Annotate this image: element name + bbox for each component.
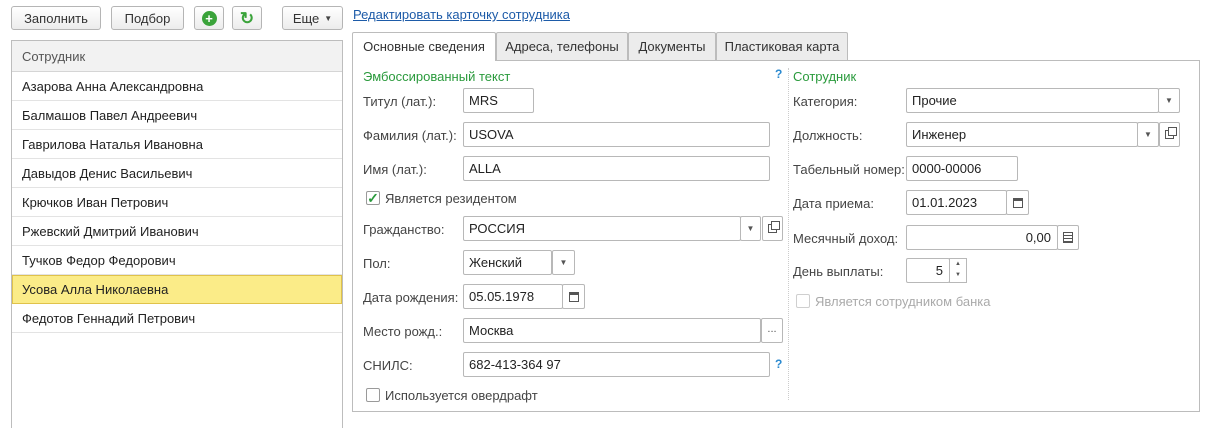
spin-down-icon[interactable]: ▼: [950, 270, 966, 281]
position-label: Должность:: [793, 128, 863, 143]
tab-addresses-phones[interactable]: Адреса, телефоны: [496, 32, 628, 60]
employee-section-title: Сотрудник: [793, 69, 857, 84]
overdraft-label: Используется овердрафт: [385, 388, 538, 403]
payday-label: День выплаты:: [793, 264, 884, 279]
chevron-down-icon: ▼: [559, 258, 568, 267]
position-field[interactable]: Инженер: [906, 122, 1138, 147]
list-item[interactable]: Ржевский Дмитрий Иванович: [12, 217, 342, 246]
category-label: Категория:: [793, 94, 858, 109]
position-dropdown-button[interactable]: ▼: [1137, 122, 1159, 147]
calculator-icon: [1063, 232, 1073, 243]
hiredate-calendar-button[interactable]: [1006, 190, 1029, 215]
birthplace-select-button[interactable]: ...: [761, 318, 783, 343]
list-item[interactable]: Тучков Федор Федорович: [12, 246, 342, 275]
birthplace-field[interactable]: Москва: [463, 318, 761, 343]
title-label: Титул (лат.):: [363, 94, 437, 109]
tab-plastic-card[interactable]: Пластиковая карта: [716, 32, 848, 60]
surname-field[interactable]: USOVA: [463, 122, 770, 147]
resident-label: Является резидентом: [385, 191, 517, 206]
category-dropdown-button[interactable]: ▼: [1158, 88, 1180, 113]
birthdate-field[interactable]: 05.05.1978: [463, 284, 563, 309]
refresh-icon: ↻: [239, 8, 255, 28]
more-label: Еще: [292, 10, 320, 26]
hiredate-field[interactable]: 01.01.2023: [906, 190, 1007, 215]
open-icon: [768, 221, 780, 233]
help-icon[interactable]: ?: [775, 67, 782, 81]
gender-label: Пол:: [363, 256, 391, 271]
list-item[interactable]: Гаврилова Наталья Ивановна: [12, 130, 342, 159]
add-button[interactable]: +: [194, 6, 224, 30]
payday-field[interactable]: 5: [906, 258, 950, 283]
name-field[interactable]: ALLA: [463, 156, 770, 181]
calendar-icon: [1012, 197, 1023, 208]
citizenship-open-button[interactable]: [762, 216, 783, 241]
surname-label: Фамилия (лат.):: [363, 128, 457, 143]
chevron-down-icon: ▼: [324, 13, 333, 23]
chevron-down-icon: ▼: [746, 224, 755, 233]
overdraft-checkbox[interactable]: [366, 388, 380, 402]
hiredate-label: Дата приема:: [793, 196, 874, 211]
list-item[interactable]: Азарова Анна Александровна: [12, 72, 342, 101]
citizenship-dropdown-button[interactable]: ▼: [740, 216, 761, 241]
snils-label: СНИЛС:: [363, 358, 413, 373]
tabnum-field[interactable]: 0000-00006: [906, 156, 1018, 181]
income-field[interactable]: 0,00: [906, 225, 1058, 250]
fill-button[interactable]: Заполнить: [11, 6, 101, 30]
birthdate-calendar-button[interactable]: [562, 284, 585, 309]
edit-employee-card-link[interactable]: Редактировать карточку сотрудника: [353, 7, 570, 22]
gender-field[interactable]: Женский: [463, 250, 552, 275]
citizenship-label: Гражданство:: [363, 222, 445, 237]
resident-checkbox[interactable]: ✓: [366, 191, 380, 205]
column-divider: [788, 68, 789, 400]
citizenship-field[interactable]: РОССИЯ: [463, 216, 741, 241]
ellipsis-icon: ...: [767, 322, 777, 335]
tab-documents[interactable]: Документы: [628, 32, 716, 60]
list-item[interactable]: Федотов Геннадий Петрович: [12, 304, 342, 333]
bank-employee-checkbox: [796, 294, 810, 308]
calendar-icon: [568, 291, 579, 302]
tab-main-info[interactable]: Основные сведения: [352, 32, 496, 61]
open-icon: [1165, 127, 1177, 139]
snils-help-icon[interactable]: ?: [775, 357, 782, 371]
chevron-down-icon: ▼: [1165, 96, 1173, 105]
employee-list: Сотрудник Азарова Анна Александровна Бал…: [11, 40, 343, 428]
embossed-section-title: Эмбоссированный текст: [363, 69, 511, 84]
bank-employee-label: Является сотрудником банка: [815, 294, 991, 309]
title-field[interactable]: MRS: [463, 88, 534, 113]
chevron-down-icon: ▼: [1144, 130, 1152, 139]
tabnum-label: Табельный номер:: [793, 162, 905, 177]
payday-stepper[interactable]: ▲ ▼: [949, 258, 967, 283]
income-calculator-button[interactable]: [1057, 225, 1079, 250]
income-label: Месячный доход:: [793, 231, 899, 246]
birthdate-label: Дата рождения:: [363, 290, 459, 305]
category-field[interactable]: Прочие: [906, 88, 1159, 113]
list-item[interactable]: Балмашов Павел Андреевич: [12, 101, 342, 130]
list-item[interactable]: Давыдов Денис Васильевич: [12, 159, 342, 188]
snils-field[interactable]: 682-413-364 97: [463, 352, 770, 377]
column-header-employee[interactable]: Сотрудник: [12, 41, 342, 72]
position-open-button[interactable]: [1159, 122, 1180, 147]
birthplace-label: Место рожд.:: [363, 324, 443, 339]
list-item-selected[interactable]: Усова Алла Николаевна: [12, 275, 342, 304]
gender-dropdown-button[interactable]: ▼: [552, 250, 575, 275]
refresh-button[interactable]: ↻: [232, 6, 262, 30]
list-item[interactable]: Крючков Иван Петрович: [12, 188, 342, 217]
name-label: Имя (лат.):: [363, 162, 427, 177]
more-button[interactable]: Еще ▼: [282, 6, 343, 30]
plus-circle-icon: +: [201, 10, 217, 26]
spin-up-icon[interactable]: ▲: [950, 259, 966, 270]
select-button[interactable]: Подбор: [111, 6, 184, 30]
